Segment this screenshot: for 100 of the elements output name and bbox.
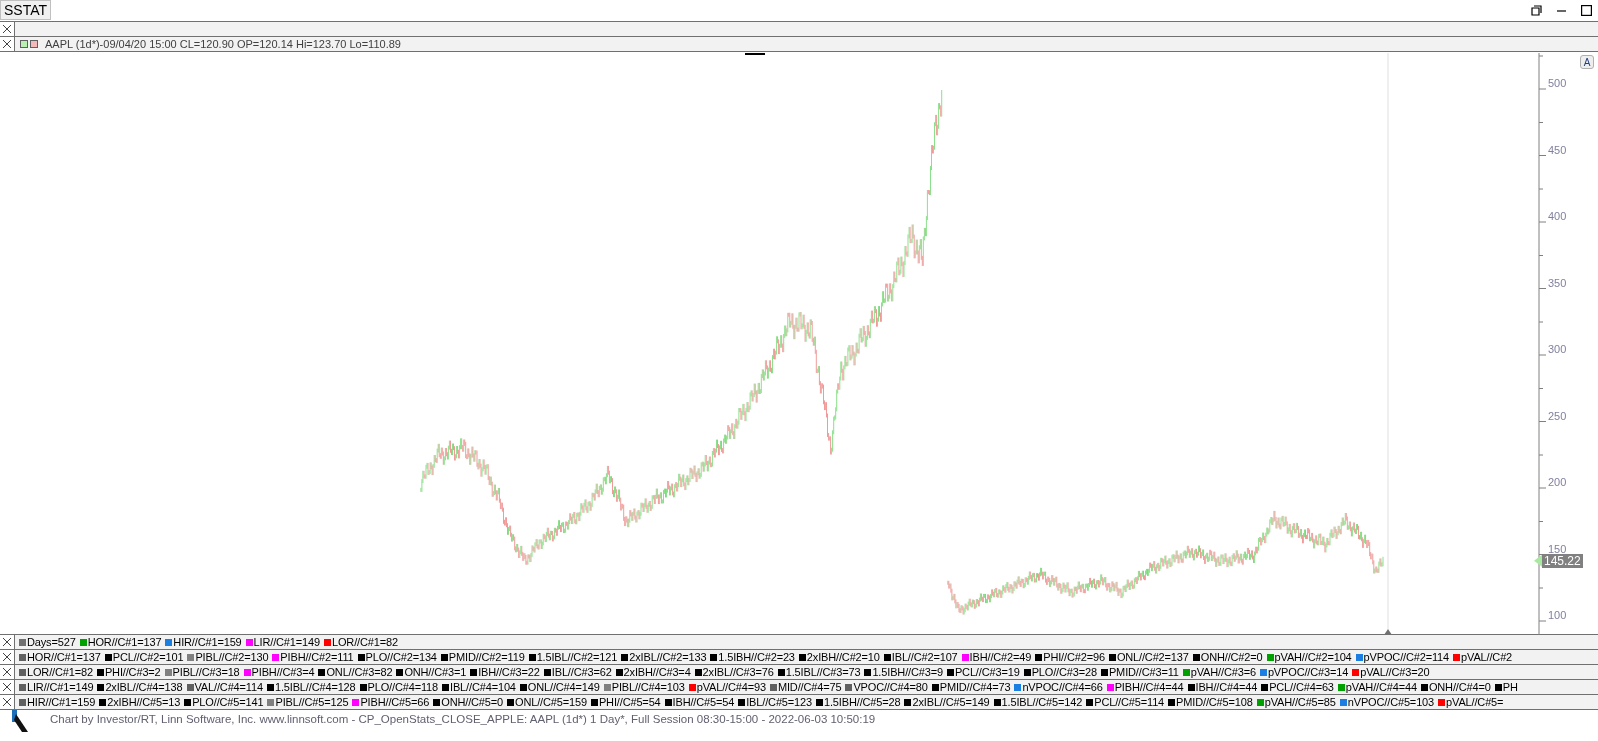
stat-value: 2xIBH//C#2=10 [806, 651, 880, 663]
stat-value: PIBL//C#3=18 [172, 666, 240, 678]
candle-colors-icon [20, 39, 39, 49]
close-icon[interactable] [0, 695, 15, 709]
stat-value: nVPOC//C#5=103 [1347, 696, 1435, 708]
stat-value: 2xIBL//C#2=133 [629, 651, 707, 663]
stat-value: PIBH//C#3=4 [251, 666, 315, 678]
stat-value: PHI//C#5=54 [598, 696, 661, 708]
stat-value: PH [1502, 681, 1518, 693]
stat-value: LOR//C#1=82 [27, 666, 93, 678]
stat-value: pVAL//C#3=20 [1360, 666, 1430, 678]
logo-icon [12, 710, 28, 732]
stat-value: nVPOC//C#4=66 [1022, 681, 1103, 693]
stat-value: ONL//C#4=149 [527, 681, 600, 693]
close-icon[interactable] [0, 650, 15, 664]
stat-value: pVAL//C#2 [1461, 651, 1513, 663]
stat-value: PLO//C#4=118 [367, 681, 439, 693]
stat-value: VPOC//C#4=80 [853, 681, 928, 693]
stat-value: HOR//C#1=137 [87, 636, 162, 648]
stat-value: pVAH//C#3=6 [1190, 666, 1256, 678]
stat-value: PMID//C#4=73 [939, 681, 1011, 693]
stat-value: 1.5IBH//C#2=23 [718, 651, 795, 663]
stat-value: 1.5IBL//C#3=73 [785, 666, 861, 678]
stat-value: 1.5IBL//C#5=142 [1001, 696, 1083, 708]
stat-value: 2xIBL//C#3=76 [702, 666, 774, 678]
chart-tab[interactable]: SSTAT [0, 0, 52, 20]
stat-value: LIR//C#1=149 [27, 681, 94, 693]
stat-value: IBL//C#4=104 [450, 681, 516, 693]
stat-value: PMID//C#2=119 [448, 651, 525, 663]
stat-value: PCL//C#3=19 [954, 666, 1020, 678]
stat-value: LIR//C#1=149 [253, 636, 320, 648]
stat-value: 1.5IBL//C#4=128 [274, 681, 356, 693]
stat-value: ONH//C#4=0 [1428, 681, 1491, 693]
stat-value: PCL//C#2=101 [112, 651, 184, 663]
stat-value: ONL//C#3=82 [326, 666, 393, 678]
stat-value: PMID//C#5=108 [1176, 696, 1253, 708]
axis-label: 200 [1548, 476, 1567, 488]
stat-value: PIBL//C#5=125 [275, 696, 349, 708]
stat-value: PCL//C#4=63 [1269, 681, 1334, 693]
axis-label: 250 [1548, 409, 1567, 422]
stat-value: 2xIBL//C#4=138 [105, 681, 183, 693]
stat-value: ONL//C#2=137 [1116, 651, 1189, 663]
axis-label: 400 [1548, 210, 1567, 222]
stat-value: PIBH//C#4=44 [1114, 681, 1184, 693]
stat-value: PIBH//C#2=111 [280, 651, 354, 663]
axis-label: 450 [1548, 143, 1567, 156]
stat-value: PHI//C#3=2 [104, 666, 161, 678]
stat-value: ONL//C#5=159 [515, 696, 587, 708]
autoscale-button[interactable]: A [1580, 55, 1594, 69]
stat-value: HOR//C#1=137 [27, 651, 101, 663]
restore-icon[interactable] [1531, 5, 1542, 16]
stat-value: MID//C#4=75 [777, 681, 842, 693]
stat-value: IBH//C#2=49 [969, 651, 1032, 663]
stat-value: PLO//C#2=134 [365, 651, 437, 663]
stat-value: 1.5IBL//C#2=121 [536, 651, 618, 663]
axis-label: 300 [1548, 343, 1567, 355]
close-icon[interactable] [0, 680, 15, 694]
stat-value: PIBL//C#4=103 [611, 681, 685, 693]
maximize-icon[interactable] [1581, 5, 1592, 16]
stat-value: ONH//C#5=0 [441, 696, 504, 708]
stat-value: 2xIBH//C#5=13 [107, 696, 181, 708]
stat-value: PHI//C#2=96 [1043, 651, 1105, 663]
axis-label: 500 [1548, 77, 1567, 89]
footer-credit: Chart by Investor/RT, Linn Software, Inc. www.linnsoft.com - CP_OpenStats_CLOSE_APPLE: AAPL (1d*) 1 Day*, Full Session 08:30-15:00 - 2022-06-03 10:50:19 [50, 712, 876, 725]
stat-value: pVPOC//C#2=114 [1363, 651, 1450, 663]
axis-label: 350 [1548, 276, 1567, 289]
stat-value: 1.5IBH//C#5=28 [824, 696, 901, 708]
close-icon[interactable] [0, 635, 15, 649]
stat-value: LOR//C#1=82 [331, 636, 398, 648]
last-price-tag: 145.22 [1542, 553, 1583, 568]
axis-label: 150 [1548, 542, 1567, 555]
stat-value: pVAH//C#5=85 [1264, 696, 1336, 708]
scroll-marker [745, 53, 765, 55]
stat-value: IBH//C#4=44 [1195, 681, 1258, 693]
stat-value: pVAH//C#4=44 [1345, 681, 1417, 693]
stat-value: IBL//C#2=107 [891, 651, 958, 663]
close-icon[interactable] [0, 22, 15, 36]
price-pointer-icon [1534, 554, 1542, 567]
stat-value: HIR//C#1=159 [173, 636, 242, 648]
axis-label: 100 [1548, 609, 1567, 621]
stat-value: pVAL//C#4=93 [696, 681, 766, 693]
stat-value: pVPOC//C#3=14 [1267, 666, 1349, 678]
close-icon[interactable] [0, 37, 15, 51]
stat-value: HIR//C#1=159 [27, 696, 96, 708]
stat-value: IBL//C#5=123 [746, 696, 812, 708]
stat-value: ONH//C#2=0 [1200, 651, 1263, 663]
stat-value: PLO//C#3=28 [1031, 666, 1097, 678]
stat-value: PCL//C#5=114 [1094, 696, 1165, 708]
stat-value: PLO//C#5=141 [192, 696, 264, 708]
stat-value: 2xIBL//C#5=149 [912, 696, 990, 708]
stat-value: IBH//C#3=22 [478, 666, 540, 678]
stat-value: Days=527 [27, 636, 76, 648]
stat-value: IBL//C#3=62 [551, 666, 612, 678]
stat-value: ONH//C#3=1 [404, 666, 467, 678]
stat-value: VAL//C#4=114 [194, 681, 263, 693]
stat-value: PIBL//C#2=130 [195, 651, 269, 663]
stat-value: 1.5IBH//C#3=9 [872, 666, 943, 678]
close-icon[interactable] [0, 665, 15, 679]
stat-value: IBH//C#5=54 [672, 696, 735, 708]
stat-value: 2xIBH//C#3=4 [623, 666, 691, 678]
